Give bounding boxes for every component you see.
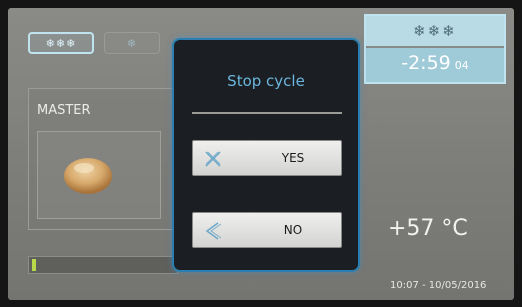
- mode-chip-deep-freeze[interactable]: ❄❄❄: [28, 32, 94, 54]
- cycle-countdown: -2:59 04: [366, 48, 504, 82]
- bread-roll-icon: [64, 158, 112, 194]
- countdown-seconds: 04: [454, 59, 469, 72]
- cycle-progress-bar: [28, 256, 178, 274]
- temperature-readout: +57 °C: [388, 216, 468, 241]
- snowflake-icon: ❄: [126, 36, 138, 50]
- product-tile[interactable]: [37, 131, 161, 219]
- dialog-divider: [192, 112, 342, 114]
- snowflake-icons: ❄❄❄: [45, 36, 77, 50]
- date-time: 10:07 - 10/05/2016: [390, 280, 487, 291]
- stop-cycle-dialog: Stop cycle YES NO: [172, 38, 360, 272]
- dialog-title: Stop cycle: [227, 72, 305, 90]
- cycle-snowflake-icons: ❄❄❄: [366, 16, 504, 46]
- no-button[interactable]: NO: [192, 212, 342, 248]
- master-label: MASTER: [37, 103, 91, 118]
- mode-chip-chill[interactable]: ❄: [104, 32, 160, 54]
- master-panel[interactable]: MASTER: [28, 88, 178, 230]
- cycle-status-box[interactable]: ❄❄❄ -2:59 04: [364, 14, 506, 84]
- countdown-time: -2:59: [401, 52, 451, 74]
- cross-icon: [205, 151, 221, 167]
- cycle-progress-fill: [32, 259, 36, 271]
- yes-button-label: YES: [281, 151, 305, 165]
- no-button-label: NO: [283, 223, 303, 237]
- yes-button[interactable]: YES: [192, 140, 342, 176]
- back-chevron-icon: [205, 222, 222, 240]
